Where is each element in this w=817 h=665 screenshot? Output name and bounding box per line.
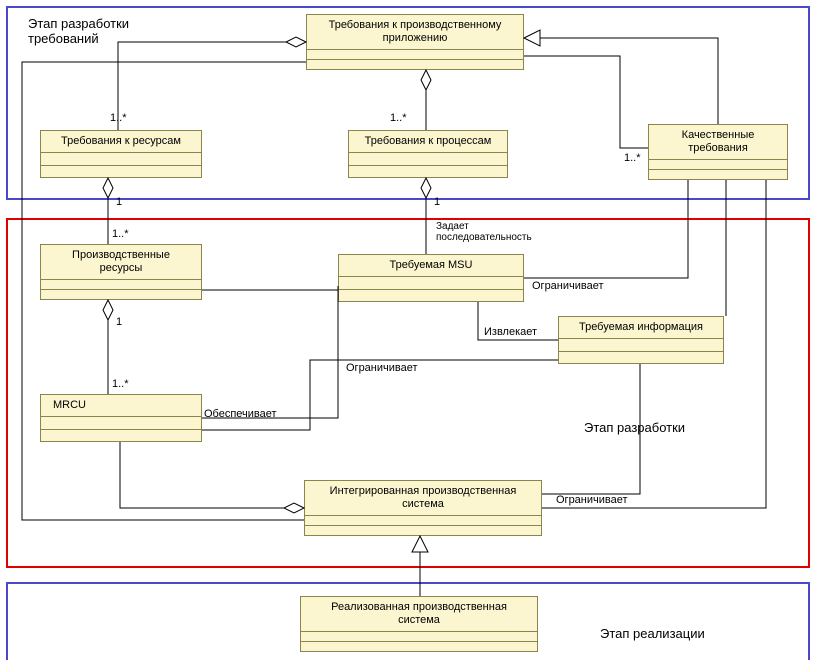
class-slot	[41, 166, 201, 177]
class-slot	[41, 280, 201, 290]
class-slot	[339, 277, 523, 289]
class-slot	[649, 160, 787, 170]
class-integrated-production-system: Интегрированная производственная система	[304, 480, 542, 536]
class-implemented-production-system: Реализованная производственная система	[300, 596, 538, 652]
class-title: Интегрированная производственная система	[305, 481, 541, 516]
class-slot	[305, 526, 541, 535]
label-restricts-3: Ограничивает	[556, 494, 628, 506]
class-quality-requirements: Качественные требования	[648, 124, 788, 180]
class-requirements-processes: Требования к процессам	[348, 130, 508, 178]
mult-reqproc: 1..*	[390, 112, 407, 124]
class-title: Производственные ресурсы	[41, 245, 201, 280]
class-title: Требуемая информация	[559, 317, 723, 339]
class-title: Требования к ресурсам	[41, 131, 201, 153]
mult-prodres: 1..*	[112, 228, 129, 240]
mult-mrcu-one: 1	[116, 316, 122, 328]
frame-requirements-title-line1: Этап разработки	[28, 16, 129, 31]
class-slot	[41, 417, 201, 429]
class-requirements-resources: Требования к ресурсам	[40, 130, 202, 178]
class-title: Качественные требования	[649, 125, 787, 160]
class-slot	[559, 339, 723, 351]
class-requirements-production-app: Требования к производственному приложени…	[306, 14, 524, 70]
class-title: MRCU	[41, 395, 201, 417]
class-title: Реализованная производственная система	[301, 597, 537, 632]
frame-implementation-title: Этап реализации	[596, 624, 709, 643]
class-slot	[649, 170, 787, 179]
class-title: Требования к процессам	[349, 131, 507, 153]
class-required-information: Требуемая информация	[558, 316, 724, 364]
class-required-msu: Требуемая MSU	[338, 254, 524, 302]
class-slot	[339, 290, 523, 301]
mult-reqmsu-one: 1	[434, 196, 440, 208]
label-provides: Обеспечивает	[204, 408, 277, 420]
class-production-resources: Производственные ресурсы	[40, 244, 202, 300]
class-slot	[305, 516, 541, 526]
mult-mrcu: 1..*	[112, 378, 129, 390]
label-sequence: Задает последовательность	[436, 210, 532, 243]
mult-reqres: 1..*	[110, 112, 127, 124]
class-slot	[301, 632, 537, 642]
class-slot	[307, 50, 523, 60]
label-extracts: Извлекает	[484, 326, 537, 338]
class-slot	[41, 153, 201, 165]
label-restricts-1: Ограничивает	[532, 280, 604, 292]
class-slot	[41, 430, 201, 441]
class-slot	[301, 642, 537, 651]
class-slot	[41, 290, 201, 299]
class-mrcu: MRCU	[40, 394, 202, 442]
class-title: Требования к производственному приложени…	[307, 15, 523, 50]
mult-qualreq: 1..*	[624, 152, 641, 164]
class-slot	[349, 166, 507, 177]
frame-requirements-title: Этап разработки требований	[24, 14, 133, 48]
frame-development-title: Этап разработки	[580, 418, 689, 437]
class-title: Требуемая MSU	[339, 255, 523, 277]
class-slot	[559, 352, 723, 363]
mult-prodres-one: 1	[116, 196, 122, 208]
class-slot	[349, 153, 507, 165]
label-restricts-2: Ограничивает	[346, 362, 418, 374]
frame-requirements-title-line2: требований	[28, 31, 99, 46]
class-slot	[307, 60, 523, 69]
